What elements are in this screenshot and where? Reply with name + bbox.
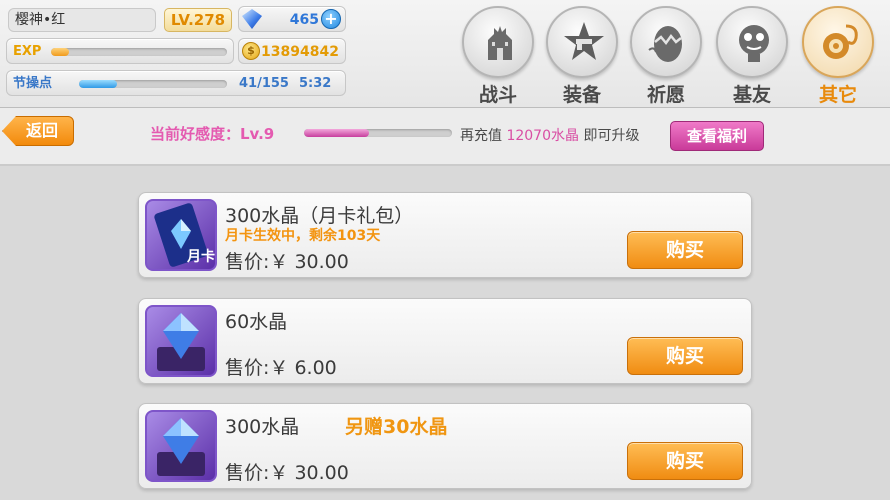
player-level: LV.278 xyxy=(164,8,232,32)
recharge-prefix: 再充值 xyxy=(460,128,502,144)
player-name: 樱神•红 xyxy=(8,8,156,32)
view-welfare-button[interactable]: 查看福利 xyxy=(670,121,764,151)
recharge-suffix: 即可升级 xyxy=(583,128,640,144)
crystal-icon xyxy=(242,9,262,29)
top-header: 樱神•红 LV.278 465 + EXP $ 13894842 节操点 41/… xyxy=(0,0,890,108)
favor-level: 当前好感度：Lv.9 xyxy=(150,125,275,143)
product-card: 60水晶 售价:￥ 6.00 购买 xyxy=(138,298,752,384)
recharge-amount: 12070水晶 xyxy=(506,128,579,144)
stamina-bar: 节操点 41/155 5:32 xyxy=(6,70,346,96)
star-gun-icon xyxy=(546,6,618,78)
crystal-icon xyxy=(145,410,217,482)
stamina-timer: 5:32 xyxy=(299,76,332,91)
nav-other-label: 其它 xyxy=(818,84,857,106)
stamina-value: 41/155 xyxy=(239,76,289,91)
recharge-hint: 再充值 12070水晶 即可升级 xyxy=(460,125,639,145)
product-status: 月卡生效中，剩余103天 xyxy=(225,228,381,244)
exp-fill xyxy=(51,48,69,56)
buy-button[interactable]: 购买 xyxy=(627,442,743,480)
product-name: 60水晶 xyxy=(225,311,288,333)
monthly-card-icon: 月卡 xyxy=(145,199,217,271)
castle-icon xyxy=(462,6,534,78)
favor-fill xyxy=(304,129,370,137)
nav-battle-label: 战斗 xyxy=(478,84,517,106)
product-card: 300水晶 另赠30水晶 售价:￥ 30.00 购买 xyxy=(138,403,752,489)
exp-track xyxy=(51,48,227,56)
exp-label: EXP xyxy=(13,44,42,59)
egg-icon xyxy=(630,6,702,78)
stamina-label: 节操点 xyxy=(13,76,53,91)
nav-equipment[interactable]: 装备 xyxy=(542,4,622,106)
monthly-card-icon-text: 月卡 xyxy=(186,248,215,265)
product-card: 月卡 300水晶（月卡礼包） 月卡生效中，剩余103天 售价:￥ 30.00 购… xyxy=(138,192,752,278)
gold-counter: $ 13894842 xyxy=(238,38,346,64)
gold-amount: 13894842 xyxy=(261,44,339,60)
crystal-icon xyxy=(145,305,217,377)
exp-bar: EXP xyxy=(6,38,234,64)
crystal-amount: 465 xyxy=(289,12,319,28)
favor-bar: 返回 当前好感度：Lv.9 再充值 12070水晶 即可升级 查看福利 xyxy=(0,108,890,166)
product-bonus: 另赠30水晶 xyxy=(345,416,448,438)
nav-equipment-label: 装备 xyxy=(562,84,601,106)
settings-icon xyxy=(802,6,874,78)
nav-battle[interactable]: 战斗 xyxy=(458,4,538,106)
nav-wish-label: 祈愿 xyxy=(646,84,685,106)
product-name: 300水晶 xyxy=(225,416,300,438)
product-price: 售价:￥ 30.00 xyxy=(225,462,349,484)
nav-other[interactable]: 其它 xyxy=(798,4,878,106)
buy-button[interactable]: 购买 xyxy=(627,231,743,269)
product-name: 300水晶（月卡礼包） xyxy=(225,205,414,227)
friend-face-icon xyxy=(716,6,788,78)
buy-button[interactable]: 购买 xyxy=(627,337,743,375)
nav-friends-label: 基友 xyxy=(732,84,771,106)
gold-coin-icon: $ xyxy=(242,42,260,60)
stamina-track xyxy=(79,80,227,88)
stamina-fill xyxy=(79,80,118,88)
back-button[interactable]: 返回 xyxy=(2,116,74,146)
nav-friends[interactable]: 基友 xyxy=(712,4,792,106)
product-price: 售价:￥ 30.00 xyxy=(225,251,349,273)
nav-wish[interactable]: 祈愿 xyxy=(626,4,706,106)
product-price: 售价:￥ 6.00 xyxy=(225,357,337,379)
favor-track xyxy=(304,129,452,137)
add-crystal-button[interactable]: + xyxy=(321,9,341,29)
crystal-counter: 465 + xyxy=(238,6,346,32)
